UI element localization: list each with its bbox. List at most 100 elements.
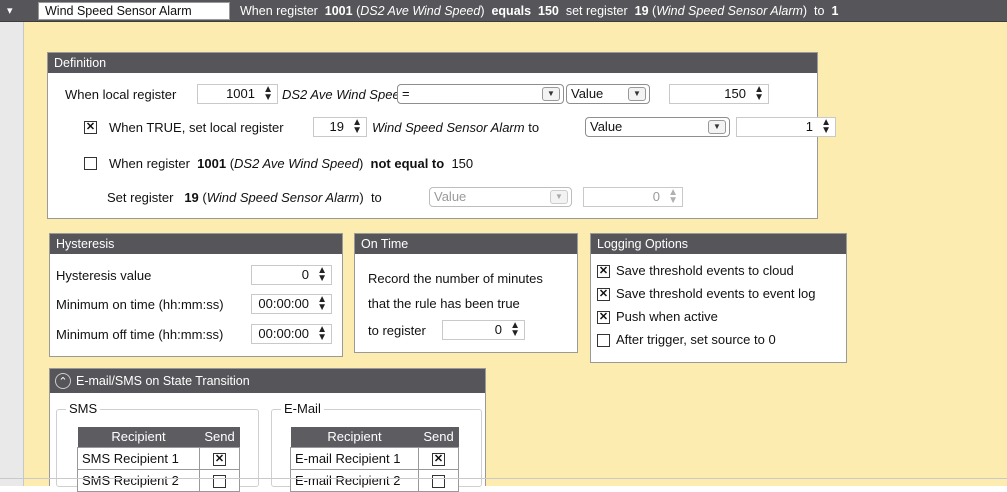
else-checkbox[interactable] [84,157,97,170]
to-label: to [528,120,540,135]
sms-send-cell: ✕ [199,446,240,470]
rule-name-field[interactable]: Wind Speed Sensor Alarm [38,2,230,20]
else-condition-label: When register 1001 (DS2 Ave Wind Speed) … [109,156,473,171]
when-true-checkbox[interactable]: ✕ [84,121,97,134]
set-paren: ) [359,190,364,205]
spinner-arrows-icon[interactable]: ▲ ▼ [668,188,678,206]
spinner-arrows-icon[interactable]: ▲ ▼ [754,85,764,103]
summary-target-register: 19 [634,4,649,18]
set-type-select[interactable]: Value ▼ [429,187,572,207]
spinner-arrows-icon[interactable]: ▲ ▼ [317,325,327,343]
spinner-arrows-icon[interactable]: ▲ ▼ [352,118,362,136]
email-recipient-table: Recipient Send E-mail Recipient 1 ✕ E-mail… [290,427,459,492]
on-time-title: On Time [355,234,577,254]
sms-recipient-table: Recipient Send SMS Recipient 1 ✕ SMS Recip… [77,427,240,492]
set-type-value: Value [434,189,467,204]
compare-type-select[interactable]: Value ▼ [566,84,650,104]
register-name: DS2 Ave Wind Speed [282,87,407,102]
chevron-down-icon[interactable]: ▼ [542,87,560,101]
set-register-name: Wind Speed Sensor Alarm [206,190,360,205]
summary-text: to [814,4,825,18]
register-value: 1001 [226,86,255,101]
sms-table-row: SMS Recipient 2 [77,468,240,492]
summary-register-name: DS2 Ave Wind Speed [360,4,481,18]
compare-type-value: Value [571,86,604,101]
compare-value: 150 [724,86,746,101]
email-header-recipient: Recipient [290,427,419,447]
summary-paren: ) [802,4,808,18]
sms-table-row: SMS Recipient 1 ✕ [77,446,240,470]
logging-option-checkbox[interactable]: ✕ [597,288,610,301]
true-register-value: 19 [329,119,344,134]
true-type-select[interactable]: Value ▼ [585,117,730,137]
set-text: Set register [107,190,174,205]
email-sms-title: E-mail/SMS on State Transition [76,374,250,388]
spinner-arrows-icon[interactable]: ▲ ▼ [510,321,520,339]
spinner-arrows-icon[interactable]: ▲ ▼ [263,85,273,103]
email-table-row: E-mail Recipient 1 ✕ [290,446,459,470]
bottom-divider [0,478,1007,479]
sms-send-cell [199,468,240,492]
logging-option-label: Save threshold events to event log [616,286,816,301]
summary-text: When register [240,4,318,18]
when-local-register-label: When local register [65,87,177,102]
logging-option-label: Save threshold events to cloud [616,263,794,278]
logging-options-title: Logging Options [591,234,846,254]
chevron-down-icon[interactable]: ▼ [550,190,568,204]
email-recipient-name: E-mail Recipient 2 [290,468,419,492]
register-spinner[interactable]: 1001 ▲ ▼ [197,84,278,104]
set-value: 0 [652,189,660,204]
on-time-line3: to register [368,323,426,338]
else-text: When register [109,156,190,171]
true-value-spinner[interactable]: 1 ▲ ▼ [736,117,836,137]
set-value-spinner[interactable]: 0 ▲ ▼ [583,187,683,207]
summary-target-name: Wind Speed Sensor Alarm [656,4,803,18]
email-sms-title-bar[interactable]: E-mail/SMS on State Transition [50,369,485,393]
left-strip [0,22,24,486]
chevron-down-icon[interactable]: ▼ [708,120,726,134]
min-off-time-spinner[interactable]: 00:00:00 ▲ ▼ [251,324,332,344]
logging-option-checkbox[interactable]: ✕ [597,265,610,278]
definition-panel: Definition When local register 1001 ▲ ▼ DS… [47,52,836,219]
spinner-arrows-icon[interactable]: ▲ ▼ [821,118,831,136]
chevron-down-icon[interactable]: ▼ [628,87,646,101]
min-on-time-spinner[interactable]: 00:00:00 ▲ ▼ [251,294,332,314]
on-time-line1: Record the number of minutes [368,271,543,286]
set-to: to [370,190,382,205]
else-register-name: DS2 Ave Wind Speed [234,156,359,171]
logging-option-checkbox[interactable] [597,334,610,347]
email-send-checkbox[interactable]: ✕ [432,452,445,466]
spinner-arrows-icon[interactable]: ▲ ▼ [317,266,327,284]
summary-paren: ) [480,4,485,18]
email-send-cell: ✕ [418,446,459,470]
email-send-cell [418,468,459,492]
sms-header-send: Send [199,427,240,447]
hysteresis-value: 0 [301,267,309,282]
sms-send-checkbox[interactable]: ✕ [213,452,226,466]
spinner-arrows-icon[interactable]: ▲ ▼ [317,295,327,313]
on-time-register-value: 0 [494,322,502,337]
else-value: 150 [451,156,474,171]
min-off-time-value: 00:00:00 [258,326,309,341]
chevron-up-icon[interactable]: ⌃ [55,373,71,389]
logging-options-panel: Logging Options ✕ Save threshold events t… [590,233,847,363]
hysteresis-value-spinner[interactable]: 0 ▲ ▼ [251,265,332,285]
compare-value-spinner[interactable]: 150 ▲ ▼ [669,84,769,104]
email-sms-panel: E-mail/SMS on State Transition ⌃ SMS Rec… [49,368,486,492]
true-register-name: Wind Speed Sensor Alarm [372,120,525,135]
operator-value: = [402,86,410,101]
on-time-panel: On Time Record the number of minutes tha… [354,233,578,353]
on-time-register-spinner[interactable]: 0 ▲ ▼ [442,320,525,340]
operator-select[interactable]: = ▼ [397,84,564,104]
logging-option-checkbox[interactable]: ✕ [597,311,610,324]
register-name-label: DS2 Ave Wind Speed [282,87,407,102]
sms-recipient-name: SMS Recipient 1 [77,446,200,470]
hysteresis-panel: Hysteresis Hysteresis value 0 ▲ ▼ Minimum … [49,233,343,357]
set-register-label: Set register 19 (Wind Speed Sensor Alarm… [107,190,382,205]
on-time-line2: that the rule has been true [368,296,520,311]
true-register-spinner[interactable]: 19 ▲ ▼ [313,117,367,137]
min-on-time-value: 00:00:00 [258,296,309,311]
email-table-row: E-mail Recipient 2 [290,468,459,492]
logging-option-label: Push when active [616,309,718,324]
expand-arrow-icon[interactable]: ▾ [7,1,13,21]
